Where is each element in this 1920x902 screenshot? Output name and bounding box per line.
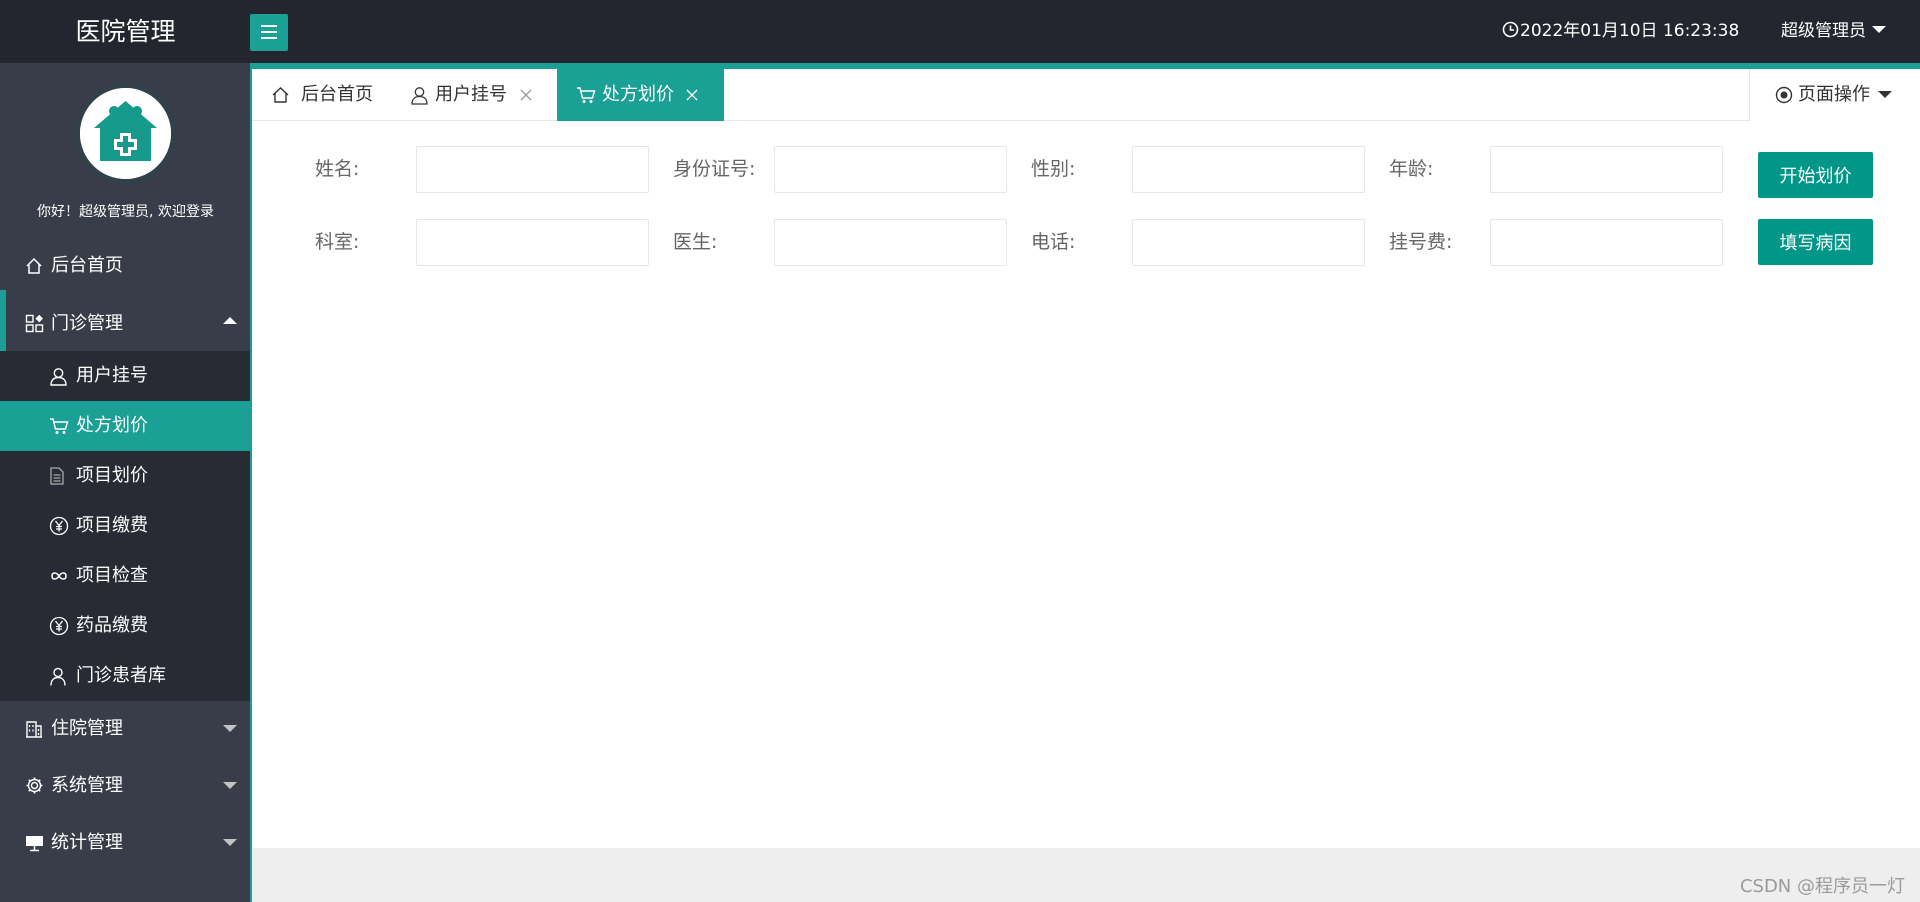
clock-icon (1502, 21, 1519, 38)
phone-input[interactable] (1132, 219, 1365, 266)
chevron-down-icon (223, 839, 237, 846)
cart-icon (49, 401, 69, 451)
chevron-down-icon (1878, 91, 1892, 98)
page-operations-label: 页面操作 (1798, 84, 1870, 105)
sidebar-item-label: 门诊患者库 (76, 665, 166, 686)
department-label: 科室: (315, 231, 360, 253)
doctor-label: 医生: (673, 231, 718, 253)
datetime-display: 2022年01月10日 16:23:38 (1502, 0, 1739, 63)
sidebar-group-label: 统计管理 (51, 832, 123, 853)
id-number-label: 身份证号: (673, 158, 756, 180)
doctor-input[interactable] (774, 219, 1007, 266)
sidebar-item-label: 药品缴费 (76, 615, 148, 636)
sidebar-item-label: 处方划价 (76, 415, 148, 436)
sidebar-item-label: 项目检查 (76, 565, 148, 586)
chevron-down-icon (1872, 26, 1886, 33)
close-icon (520, 89, 532, 101)
chevron-down-icon (223, 782, 237, 789)
name-label: 姓名: (315, 158, 360, 180)
sidebar-divider (250, 63, 252, 902)
tab-label: 处方划价 (602, 84, 674, 105)
yuan-icon (49, 601, 69, 651)
home-icon (271, 69, 290, 121)
gender-input[interactable] (1132, 146, 1365, 193)
home-icon (25, 238, 43, 293)
footer (252, 848, 1920, 902)
gear-icon (25, 758, 44, 813)
sidebar-group-statistics[interactable]: 统计管理 (0, 815, 251, 870)
fill-diagnosis-button[interactable]: 填写病因 (1758, 219, 1873, 265)
id-number-input[interactable] (774, 146, 1007, 193)
sidebar-group-outpatient[interactable]: 门诊管理 (0, 296, 251, 351)
age-input[interactable] (1490, 146, 1723, 193)
datetime-text: 2022年01月10日 16:23:38 (1520, 21, 1740, 41)
sidebar-group-label: 住院管理 (51, 718, 123, 739)
registration-fee-input[interactable] (1490, 219, 1723, 266)
sidebar-item-patient-db[interactable]: 门诊患者库 (0, 651, 251, 701)
person-icon (49, 651, 67, 701)
menu-toggle-button[interactable] (250, 14, 288, 51)
welcome-text: 你好！超级管理员, 欢迎登录 (37, 204, 214, 220)
sidebar-item-home[interactable]: 后台首页 (0, 238, 251, 293)
infinity-icon (49, 551, 69, 601)
tab-prescription[interactable]: 处方划价 (557, 69, 724, 121)
department-input[interactable] (416, 219, 649, 266)
tab-home[interactable]: 后台首页 (271, 69, 381, 121)
start-pricing-button[interactable]: 开始划价 (1758, 152, 1873, 198)
presentation-icon (25, 815, 44, 870)
age-label: 年龄: (1389, 158, 1434, 180)
grid-icon (25, 296, 44, 351)
user-icon (49, 351, 68, 401)
hospital-icon (80, 88, 171, 179)
app-title: 医院管理 (75, 17, 176, 46)
user-menu[interactable]: 超级管理员 (1781, 0, 1886, 63)
tab-close-button[interactable] (519, 69, 533, 121)
sidebar-item-item-pricing[interactable]: 项目划价 (0, 451, 251, 501)
sidebar-item-item-check[interactable]: 项目检查 (0, 551, 251, 601)
user-name: 超级管理员 (1781, 21, 1866, 41)
user-icon (410, 69, 429, 121)
chevron-down-icon (223, 725, 237, 732)
sidebar-item-label: 用户挂号 (76, 365, 148, 386)
hospital-logo (75, 83, 176, 184)
sidebar-group-label: 门诊管理 (51, 313, 123, 334)
top-header: 医院管理 2022年01月10日 16:23:38 超级管理员 (0, 0, 1920, 63)
sidebar-item-label: 项目划价 (76, 465, 148, 486)
sidebar-item-label: 后台首页 (51, 255, 123, 276)
watermark-text: CSDN @程序员一灯 (1739, 876, 1905, 897)
registration-fee-label: 挂号费: (1389, 231, 1453, 253)
sidebar-item-item-payment[interactable]: 项目缴费 (0, 501, 251, 551)
tab-register[interactable]: 用户挂号 (410, 69, 510, 121)
building-icon (25, 701, 43, 756)
sidebar-item-register[interactable]: 用户挂号 (0, 351, 251, 401)
sidebar-item-drug-payment[interactable]: 药品缴费 (0, 601, 251, 651)
close-icon (686, 89, 698, 101)
phone-label: 电话: (1031, 231, 1076, 253)
name-input[interactable] (416, 146, 649, 193)
document-icon (49, 451, 65, 501)
tab-label: 后台首页 (301, 84, 373, 105)
sidebar-group-system[interactable]: 系统管理 (0, 758, 251, 813)
tab-close-button[interactable] (685, 69, 699, 121)
sidebar-item-label: 项目缴费 (76, 515, 148, 536)
tab-label: 用户挂号 (435, 84, 507, 105)
yuan-icon (49, 501, 69, 551)
radio-target-icon (1775, 69, 1793, 121)
sidebar-item-prescription[interactable]: 处方划价 (0, 401, 251, 451)
chevron-up-icon (223, 317, 237, 324)
page-operations-menu[interactable]: 页面操作 (1749, 69, 1920, 121)
hamburger-icon (261, 25, 277, 39)
sidebar-group-label: 系统管理 (51, 775, 123, 796)
sidebar-group-inpatient[interactable]: 住院管理 (0, 701, 251, 756)
cart-icon (576, 69, 596, 121)
gender-label: 性别: (1031, 158, 1076, 180)
